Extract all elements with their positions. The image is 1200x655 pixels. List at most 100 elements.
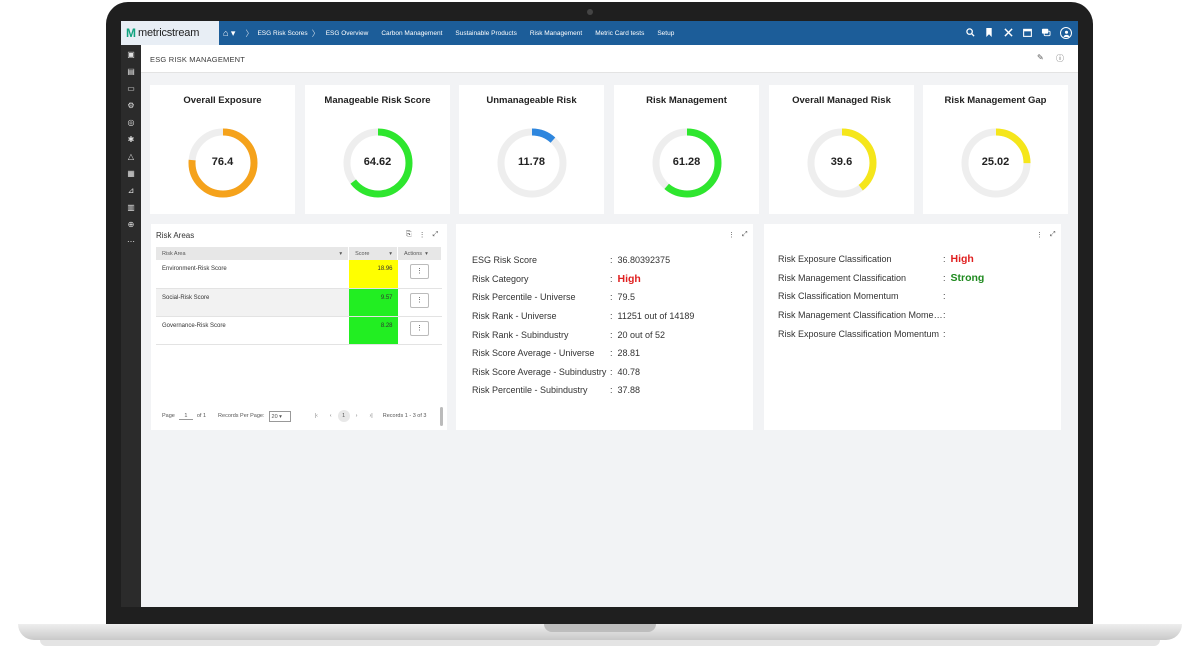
documents-icon[interactable]: ▤ <box>127 67 135 77</box>
detail-separator: : <box>943 328 946 339</box>
detail-value: 40.78 <box>617 366 641 377</box>
nav-sustainable-products[interactable]: Sustainable Products <box>455 30 516 37</box>
records-per-page-select[interactable]: 20 ▾ <box>268 410 291 422</box>
laptop-frame: M metricstream ⌂ ▾ 〉 ESG Risk Scores 〉 E… <box>0 0 1200 655</box>
home-icon[interactable]: ⌂ ▾ <box>223 28 235 39</box>
page-header: ESG RISK MANAGEMENT ✎ ⓘ <box>141 45 1078 73</box>
next-page-icon[interactable]: › <box>356 413 358 419</box>
sort-icon[interactable]: ▾ <box>389 251 392 257</box>
detail-row: ESG Risk Score:36.80392375 <box>472 251 670 270</box>
nav-risk-management[interactable]: Risk Management <box>530 30 582 37</box>
score-cell: 9.57 <box>348 288 398 317</box>
detail-label: Risk Percentile - Subindustry <box>472 385 588 396</box>
tools-icon[interactable] <box>1003 27 1013 39</box>
kebab-menu-icon[interactable]: ⋮ <box>1036 231 1043 239</box>
pager-of-label: of 1 <box>196 413 207 419</box>
top-navigation: M metricstream ⌂ ▾ 〉 ESG Risk Scores 〉 E… <box>121 21 1078 45</box>
metric-card-value: 39.6 <box>830 156 853 168</box>
search-icon[interactable] <box>965 27 975 39</box>
metric-card-value: 76.4 <box>211 156 234 168</box>
monitor-icon[interactable]: ▭ <box>127 84 135 94</box>
detail-label: Risk Management Classification Momentum <box>778 310 943 321</box>
detail-label: Risk Percentile - Universe <box>472 292 576 303</box>
grid-icon[interactable]: ▦ <box>127 169 135 179</box>
clipboard-icon[interactable]: ▥ <box>127 203 135 213</box>
chart-icon[interactable]: ⊿ <box>128 186 135 196</box>
laptop-notch <box>544 624 656 632</box>
detail-label: ESG Risk Score <box>472 255 538 266</box>
detail-label: Risk Rank - Universe <box>472 311 557 322</box>
panel-scrollbar[interactable] <box>440 407 443 426</box>
actions-cell: ⋮ <box>397 260 442 289</box>
nav-esg-overview[interactable]: ESG Overview <box>326 30 369 37</box>
expand-icon[interactable]: ⤢ <box>433 231 439 239</box>
risk-area-cell: Environment-Risk Score <box>156 260 349 289</box>
nav-metric-card-tests[interactable]: Metric Card tests <box>595 30 644 37</box>
expand-icon[interactable]: ⤢ <box>742 231 748 239</box>
metric-card-title: Risk Management <box>646 95 727 106</box>
metric-card[interactable]: Overall Exposure 76.4 <box>150 85 295 214</box>
nav-carbon-management[interactable]: Carbon Management <box>381 30 442 37</box>
metric-card[interactable]: Risk Management Gap 25.02 <box>923 85 1068 214</box>
table-row[interactable]: Social-Risk Score 9.57 ⋮ <box>156 288 442 317</box>
calendar-icon[interactable] <box>1022 28 1032 39</box>
row-actions-button[interactable]: ⋮ <box>410 264 429 279</box>
detail-separator: : <box>943 310 946 321</box>
gear-icon[interactable]: ✱ <box>128 135 135 145</box>
logo-text: metricstream <box>138 27 200 39</box>
page-title: ESG RISK MANAGEMENT <box>150 55 246 64</box>
detail-row: Risk Score Average - Subindustry:40.78 <box>472 363 640 382</box>
column-header-actions[interactable]: Actions ▾ <box>397 247 442 260</box>
edit-icon[interactable]: ✎ <box>1037 53 1044 62</box>
prev-page-icon[interactable]: ‹ <box>330 413 332 419</box>
row-actions-button[interactable]: ⋮ <box>410 292 429 308</box>
kebab-menu-icon[interactable]: ⋮ <box>728 231 735 239</box>
metric-card[interactable]: Manageable Risk Score 64.62 <box>305 85 450 214</box>
detail-separator: : <box>943 254 946 265</box>
export-icon[interactable]: ⎘ <box>406 231 412 239</box>
detail-label: Risk Rank - Subindustry <box>472 329 569 340</box>
sort-icon[interactable]: ▾ <box>339 251 342 257</box>
bookmark-icon[interactable] <box>984 27 994 39</box>
user-icon[interactable] <box>1060 27 1072 39</box>
sort-icon[interactable]: ▾ <box>425 251 428 257</box>
metric-card-value: 25.02 <box>981 156 1010 168</box>
globe-icon[interactable]: ⊕ <box>128 220 135 230</box>
current-page-button[interactable]: 1 <box>337 410 350 422</box>
row-actions-button[interactable]: ⋮ <box>410 320 429 336</box>
nav-setup[interactable]: Setup <box>657 30 674 37</box>
metric-card[interactable]: Unmanageable Risk 11.78 <box>459 85 604 214</box>
expand-icon[interactable]: ⤢ <box>1050 231 1056 239</box>
table-pager: Page 1 of 1 Records Per Page: 20 ▾ |‹ ‹ … <box>162 410 442 422</box>
app-logo[interactable]: M metricstream <box>121 21 219 45</box>
table-row[interactable]: Environment-Risk Score 18.96 ⋮ <box>156 260 442 289</box>
chat-icon[interactable] <box>1041 28 1051 39</box>
panel-tools: ⋮ ⤢ <box>728 231 748 239</box>
metric-card[interactable]: Overall Managed Risk 39.6 <box>769 85 914 214</box>
last-page-icon[interactable]: ›| <box>369 413 372 419</box>
more-icon[interactable]: ⋯ <box>127 237 135 247</box>
detail-row: Risk Management Classification: Strong <box>778 269 984 288</box>
metric-card[interactable]: Risk Management 61.28 <box>614 85 759 214</box>
column-header-risk-area[interactable]: Risk Area ▾ <box>156 247 350 260</box>
nav-esg-risk-scores[interactable]: ESG Risk Scores <box>257 30 307 37</box>
detail-row: Risk Percentile - Subindustry:37.88 <box>472 381 640 400</box>
detail-label: Risk Exposure Classification Momentum <box>778 328 940 339</box>
dashboard-icon[interactable]: ▣ <box>127 50 135 60</box>
detail-row: Risk Rank - Subindustry:20 out of 52 <box>472 325 665 344</box>
detail-label: Risk Score Average - Universe <box>472 348 595 359</box>
table-row[interactable]: Governance-Risk Score 8.28 ⋮ <box>156 316 442 345</box>
kebab-menu-icon[interactable]: ⋮ <box>419 231 426 239</box>
column-header-score[interactable]: Score ▾ <box>348 247 399 260</box>
info-icon[interactable]: ⓘ <box>1056 53 1064 64</box>
detail-separator: : <box>943 272 946 283</box>
detail-separator: : <box>610 329 613 340</box>
page-number-input[interactable]: 1 <box>178 413 193 420</box>
first-page-icon[interactable]: |‹ <box>315 413 318 419</box>
detail-row: Risk Score Average - Universe:28.81 <box>472 344 640 363</box>
recycle-icon[interactable]: △ <box>128 152 134 162</box>
actions-cell: ⋮ <box>397 316 442 345</box>
esg-details-panel: ⋮ ⤢ ESG Risk Score:36.80392375 Risk Categ… <box>456 224 753 430</box>
settings-search-icon[interactable]: ⚙ <box>127 101 134 111</box>
target-icon[interactable]: ◎ <box>128 118 135 128</box>
